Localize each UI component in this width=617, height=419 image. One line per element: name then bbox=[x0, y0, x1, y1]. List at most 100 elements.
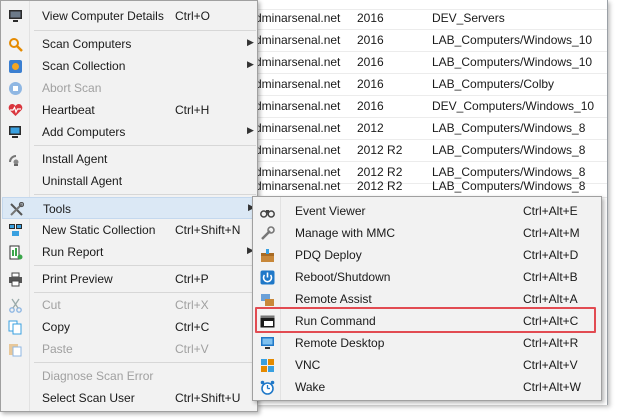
version-cell: 2012 bbox=[357, 121, 384, 135]
submenu-item-pdq-deploy[interactable]: PDQ Deploy Ctrl+Alt+D bbox=[254, 244, 600, 266]
menu-item-label: Scan Collection bbox=[42, 59, 126, 73]
domain-cell: dminarsenal.net bbox=[255, 55, 341, 69]
menu-item-new-static-collection[interactable]: New Static Collection Ctrl+Shift+N bbox=[2, 219, 257, 241]
path-cell: LAB_Computers/Windows_8 bbox=[432, 121, 586, 135]
menu-item-heartbeat[interactable]: Heartbeat Ctrl+H bbox=[2, 99, 257, 121]
menu-item-label: Print Preview bbox=[42, 272, 113, 286]
menu-separator bbox=[34, 292, 256, 293]
tools-submenu: Event Viewer Ctrl+Alt+E Manage with MMC … bbox=[252, 196, 602, 401]
pdq-deploy-icon bbox=[259, 247, 275, 263]
table-row[interactable]: dminarsenal.net 2016 DEV_Computers/Windo… bbox=[255, 96, 607, 118]
report-icon bbox=[7, 244, 23, 260]
domain-cell: dminarsenal.net bbox=[255, 121, 341, 135]
menu-item-uninstall-agent[interactable]: Uninstall Agent bbox=[2, 170, 257, 192]
add-computer-icon bbox=[7, 124, 23, 140]
table-row[interactable]: dminarsenal.net 2012 R2 LAB_Computers/Wi… bbox=[255, 140, 607, 162]
menu-item-label: Run Report bbox=[42, 245, 104, 259]
menu-item-label: New Static Collection bbox=[42, 223, 156, 237]
submenu-item-shortcut: Ctrl+Alt+M bbox=[523, 226, 580, 240]
menu-item-view-computer-details[interactable]: View Computer Details Ctrl+O bbox=[2, 5, 257, 27]
menu-item-tools[interactable]: Tools ▶ bbox=[2, 197, 257, 219]
menu-item-scan-computers[interactable]: Scan Computers ▶ bbox=[2, 33, 257, 55]
table-row[interactable]: dminarsenal.net 2012 R2 LAB_Computers/Wi… bbox=[255, 176, 607, 198]
menu-item-label: Select Scan User bbox=[42, 391, 135, 405]
submenu-item-label: PDQ Deploy bbox=[295, 248, 362, 262]
tools-icon bbox=[8, 201, 24, 217]
submenu-item-wake[interactable]: Wake Ctrl+Alt+W bbox=[254, 376, 600, 398]
remote-assist-icon bbox=[259, 291, 275, 307]
magnifier-icon bbox=[7, 36, 23, 52]
heart-icon bbox=[7, 102, 23, 118]
menu-separator bbox=[34, 265, 256, 266]
table-row[interactable]: dminarsenal.net 2016 LAB_Computers/Windo… bbox=[255, 30, 607, 52]
menu-separator bbox=[34, 145, 256, 146]
menu-separator bbox=[34, 194, 256, 195]
menu-item-scan-collection[interactable]: Scan Collection ▶ bbox=[2, 55, 257, 77]
version-cell: 2016 bbox=[357, 55, 384, 69]
monitor-icon bbox=[7, 8, 23, 24]
menu-item-add-computers[interactable]: Add Computers ▶ bbox=[2, 121, 257, 143]
scan-collection-icon bbox=[7, 58, 23, 74]
submenu-item-shortcut: Ctrl+Alt+W bbox=[523, 380, 582, 394]
menu-item-copy[interactable]: Copy Ctrl+C bbox=[2, 316, 257, 338]
menu-item-shortcut: Ctrl+V bbox=[175, 342, 209, 356]
satellite-icon bbox=[7, 151, 23, 167]
version-cell: 2016 bbox=[357, 11, 384, 25]
version-cell: 2012 R2 bbox=[357, 179, 403, 193]
submenu-item-remote-desktop[interactable]: Remote Desktop Ctrl+Alt+R bbox=[254, 332, 600, 354]
table-row[interactable]: dminarsenal.net 2016 DEV_Servers bbox=[255, 8, 607, 30]
stop-icon bbox=[7, 80, 23, 96]
table-row[interactable]: dminarsenal.net 2012 LAB_Computers/Windo… bbox=[255, 118, 607, 140]
menu-item-label: Abort Scan bbox=[42, 81, 102, 95]
domain-cell: dminarsenal.net bbox=[255, 179, 341, 193]
menu-item-label: Tools bbox=[43, 202, 72, 216]
menu-item-label: View Computer Details bbox=[42, 9, 164, 23]
menu-item-install-agent[interactable]: Install Agent bbox=[2, 148, 257, 170]
menu-item-select-scan-user[interactable]: Select Scan User Ctrl+Shift+U bbox=[2, 387, 257, 409]
path-cell: LAB_Computers/Colby bbox=[432, 77, 555, 91]
menu-item-diagnose-scan-error[interactable]: Diagnose Scan Error bbox=[2, 365, 257, 387]
menu-item-shortcut: Ctrl+P bbox=[175, 272, 209, 286]
menu-item-label: Scan Computers bbox=[42, 37, 132, 51]
menu-item-abort-scan[interactable]: Abort Scan bbox=[2, 77, 257, 99]
submenu-item-manage-with-mmc[interactable]: Manage with MMC Ctrl+Alt+M bbox=[254, 222, 600, 244]
domain-cell: dminarsenal.net bbox=[255, 11, 341, 25]
wrench-icon bbox=[259, 225, 275, 241]
power-icon bbox=[259, 269, 275, 285]
submenu-item-label: Remote Desktop bbox=[295, 336, 385, 350]
binoculars-icon bbox=[259, 203, 275, 219]
table-row[interactable]: dminarsenal.net 2016 LAB_Computers/Colby bbox=[255, 74, 607, 96]
submenu-item-label: Remote Assist bbox=[295, 292, 372, 306]
context-menu: View Computer Details Ctrl+O Scan Comput… bbox=[0, 0, 258, 412]
domain-cell: dminarsenal.net bbox=[255, 77, 341, 91]
menu-item-run-report[interactable]: Run Report ▶ bbox=[2, 241, 257, 263]
menu-item-shortcut: Ctrl+C bbox=[175, 320, 210, 334]
menu-item-shortcut: Ctrl+Shift+U bbox=[175, 391, 241, 405]
submenu-item-event-viewer[interactable]: Event Viewer Ctrl+Alt+E bbox=[254, 200, 600, 222]
path-cell: LAB_Computers/Windows_8 bbox=[432, 179, 586, 193]
domain-cell: dminarsenal.net bbox=[255, 99, 341, 113]
menu-item-cut[interactable]: Cut Ctrl+X bbox=[2, 294, 257, 316]
table-row[interactable]: dminarsenal.net 2016 LAB_Computers/Windo… bbox=[255, 52, 607, 74]
submenu-item-shortcut: Ctrl+Alt+B bbox=[523, 270, 578, 284]
path-cell: LAB_Computers/Windows_10 bbox=[432, 55, 593, 69]
collection-icon bbox=[7, 222, 23, 238]
menu-item-shortcut: Ctrl+O bbox=[175, 9, 211, 23]
submenu-item-reboot-shutdown[interactable]: Reboot/Shutdown Ctrl+Alt+B bbox=[254, 266, 600, 288]
menu-separator bbox=[34, 362, 256, 363]
menu-item-shortcut: Ctrl+X bbox=[175, 298, 209, 312]
menu-item-label: Heartbeat bbox=[42, 103, 95, 117]
menu-item-paste[interactable]: Paste Ctrl+V bbox=[2, 338, 257, 360]
copy-icon bbox=[7, 319, 23, 335]
submenu-item-label: Manage with MMC bbox=[295, 226, 396, 240]
menu-item-shortcut: Ctrl+H bbox=[175, 103, 210, 117]
menu-item-label: Paste bbox=[42, 342, 73, 356]
remote-desktop-icon bbox=[259, 335, 275, 351]
domain-cell: dminarsenal.net bbox=[255, 143, 341, 157]
submenu-item-shortcut: Ctrl+Alt+D bbox=[523, 248, 579, 262]
run-command-highlight bbox=[255, 307, 596, 333]
submenu-item-label: Reboot/Shutdown bbox=[295, 270, 391, 284]
submenu-item-vnc[interactable]: VNC Ctrl+Alt+V bbox=[254, 354, 600, 376]
submenu-item-label: Event Viewer bbox=[295, 204, 366, 218]
menu-item-print-preview[interactable]: Print Preview Ctrl+P bbox=[2, 268, 257, 290]
